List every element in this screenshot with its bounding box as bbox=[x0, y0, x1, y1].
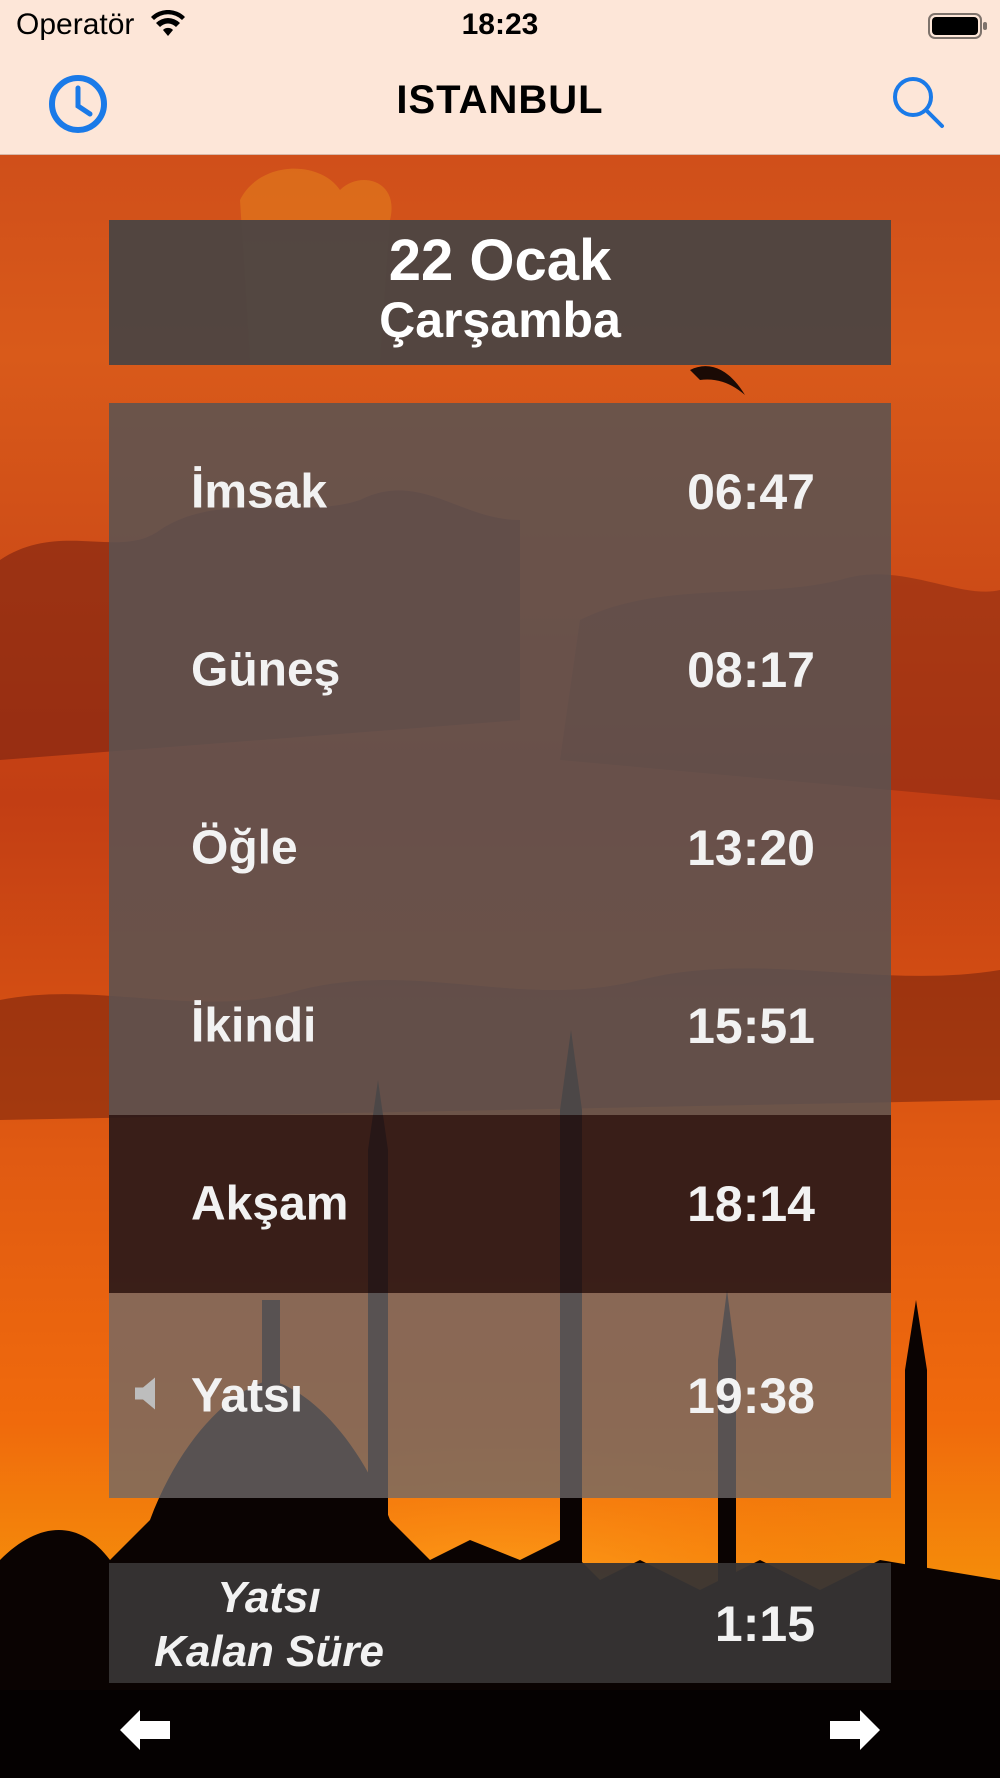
search-button[interactable] bbox=[888, 72, 958, 142]
remaining-time-value: 1:15 bbox=[714, 1596, 815, 1652]
page-title: ISTANBUL bbox=[396, 78, 604, 122]
prayer-times-list: İmsak 06:47 Güneş 08:17 Öğle 13:20 İkind… bbox=[109, 403, 891, 1498]
arrow-right-icon bbox=[830, 1710, 880, 1750]
speaker-icon[interactable] bbox=[133, 1375, 161, 1416]
remaining-time-panel: Yatsı Kalan Süre 1:15 bbox=[109, 1563, 891, 1683]
arrow-left-icon bbox=[120, 1710, 170, 1750]
prayer-time: 06:47 bbox=[687, 464, 815, 520]
prayer-row-gunes: Güneş 08:17 bbox=[109, 581, 891, 759]
date-weekday: Çarşamba bbox=[379, 292, 621, 348]
prayer-name: Akşam bbox=[191, 1177, 349, 1231]
prayer-row-ogle: Öğle 13:20 bbox=[109, 759, 891, 937]
battery-icon bbox=[928, 12, 988, 45]
prayer-time: 19:38 bbox=[687, 1367, 815, 1424]
prayer-row-yatsi-next: Yatsı 19:38 bbox=[109, 1293, 891, 1498]
status-time: 18:23 bbox=[461, 8, 539, 41]
prayer-row-ikindi: İkindi 15:51 bbox=[109, 937, 891, 1115]
remaining-label-prayer: Yatsı bbox=[217, 1573, 321, 1622]
prayer-time: 08:17 bbox=[687, 642, 815, 698]
prayer-time: 18:14 bbox=[687, 1176, 815, 1232]
prayer-time: 13:20 bbox=[687, 820, 815, 876]
date-day: 22 Ocak bbox=[388, 228, 612, 293]
prayer-name: İmsak bbox=[191, 465, 328, 519]
navigation-bar: ISTANBUL bbox=[0, 54, 1000, 155]
status-bar: Operatör 18:23 bbox=[0, 0, 1000, 54]
date-panel: 22 Ocak Çarşamba bbox=[109, 220, 891, 365]
prayer-row-imsak: İmsak 06:47 bbox=[109, 403, 891, 581]
next-day-button[interactable] bbox=[828, 1708, 882, 1752]
search-icon bbox=[893, 77, 944, 128]
remaining-label: Yatsı Kalan Süre bbox=[119, 1571, 419, 1679]
prayer-name: Öğle bbox=[191, 821, 298, 875]
prayer-name: İkindi bbox=[191, 999, 317, 1053]
prayer-name: Güneş bbox=[191, 643, 341, 697]
prayer-name: Yatsı bbox=[191, 1369, 304, 1422]
prayer-row-aksam-current: Akşam 18:14 bbox=[109, 1115, 891, 1293]
prayer-time: 15:51 bbox=[687, 998, 815, 1054]
previous-day-button[interactable] bbox=[118, 1708, 172, 1752]
remaining-label-text: Kalan Süre bbox=[154, 1627, 384, 1676]
